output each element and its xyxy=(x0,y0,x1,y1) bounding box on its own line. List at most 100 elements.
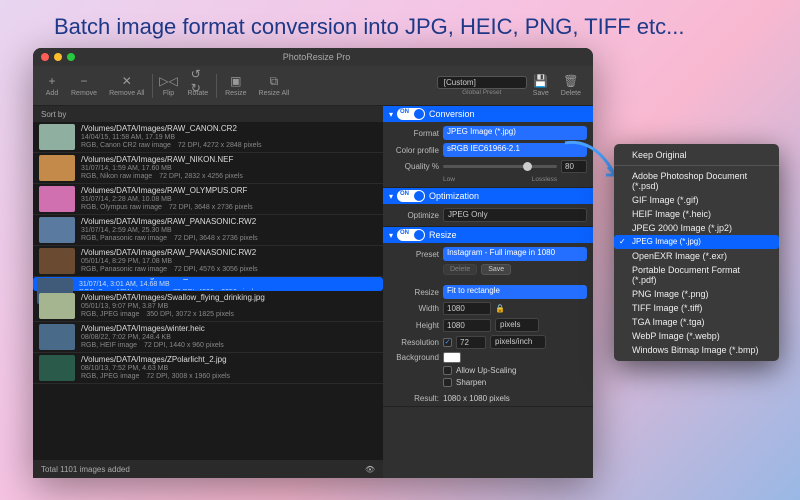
file-meta: /Volumes/DATA/Images/RAW_PANASONIC.RW2 3… xyxy=(81,217,258,243)
dropdown-item[interactable]: Adobe Photoshop Document (*.psd) xyxy=(614,169,779,193)
flip-button[interactable]: ▷◁Flip xyxy=(155,72,181,99)
page-headline: Batch image format conversion into JPG, … xyxy=(0,0,800,50)
conversion-header[interactable]: ▾ ON Conversion xyxy=(383,106,593,122)
conversion-title: Conversion xyxy=(429,109,475,119)
file-meta: /Volumes/DATA/Images/ZPolarlicht_2.jpg 0… xyxy=(81,355,230,381)
background-swatch[interactable] xyxy=(443,352,461,363)
height-label: Height xyxy=(389,321,439,330)
width-input[interactable] xyxy=(443,302,491,315)
delete-preset-button[interactable]: 🗑Delete xyxy=(555,72,587,99)
dropdown-item[interactable]: GIF Image (*.gif) xyxy=(614,193,779,207)
profile-select[interactable]: sRGB IEC61966-2.1 xyxy=(443,143,587,157)
zoom-icon[interactable] xyxy=(67,53,75,61)
eye-icon[interactable]: 👁 xyxy=(365,465,375,474)
close-icon[interactable] xyxy=(41,53,49,61)
format-select[interactable]: JPEG Image (*.jpg) xyxy=(443,126,587,140)
sharpen-checkbox[interactable] xyxy=(443,378,452,387)
resolution-checkbox[interactable]: ✓ xyxy=(443,338,452,347)
trash-icon: 🗑 xyxy=(564,74,578,88)
file-row[interactable]: /Volumes/DATA/Images/Swallow_flying_drin… xyxy=(33,291,383,322)
file-row[interactable]: /Volumes/DATA/Images/RAW_PANASONIC.RW2 3… xyxy=(33,215,383,246)
toolbar: +Add −Remove ✕Remove All ▷◁Flip ↺ ↻Rotat… xyxy=(33,66,593,106)
file-row[interactable]: /Volumes/DATA/Images/RAW_NIKON.NEF 31/07… xyxy=(33,153,383,184)
flip-icon: ▷◁ xyxy=(161,74,175,88)
quality-slider[interactable] xyxy=(443,165,557,168)
optimization-toggle[interactable]: ON xyxy=(397,190,425,202)
unit-select[interactable]: pixels xyxy=(495,318,539,332)
add-button[interactable]: +Add xyxy=(39,72,65,99)
window-title: PhotoResize Pro xyxy=(80,52,553,62)
resolution-unit-select[interactable]: pixels/inch xyxy=(490,335,546,349)
chevron-down-icon: ▾ xyxy=(389,231,393,240)
background-label: Background xyxy=(389,353,439,362)
resize-header[interactable]: ▾ ON Resize xyxy=(383,227,593,243)
dropdown-item[interactable]: TGA Image (*.tga) xyxy=(614,315,779,329)
file-row[interactable]: /Volumes/DATA/Images/RAW_PANASONIC.RW2 0… xyxy=(33,246,383,277)
dropdown-item[interactable]: PNG Image (*.png) xyxy=(614,287,779,301)
resize-toggle[interactable]: ON xyxy=(397,229,425,241)
format-dropdown: Keep Original Adobe Photoshop Document (… xyxy=(614,144,779,361)
resize-preset-select[interactable]: Instagram - Full image in 1080 xyxy=(443,247,587,261)
resize-mode-select[interactable]: Fit to rectangle xyxy=(443,285,587,299)
chevron-down-icon: ▾ xyxy=(389,192,393,201)
quality-low-label: Low xyxy=(443,176,455,183)
resize-icon: ▣ xyxy=(229,74,243,88)
minimize-icon[interactable] xyxy=(54,53,62,61)
quality-lossless-label: Lossless xyxy=(532,176,557,183)
upscale-checkbox[interactable] xyxy=(443,366,452,375)
titlebar: PhotoResize Pro xyxy=(33,48,593,66)
minus-icon: − xyxy=(77,74,91,88)
file-count: Total 1101 images added xyxy=(41,465,130,474)
file-row[interactable]: /Volumes/DATA/Images/RAW_CANON.CR2 14/04… xyxy=(33,122,383,153)
file-row[interactable]: /Volumes/DATA/Images/RAW_OLYMPUS.ORF 31/… xyxy=(33,184,383,215)
dropdown-item[interactable]: Windows Bitmap Image (*.bmp) xyxy=(614,343,779,357)
preset-save-button[interactable]: Save xyxy=(481,264,511,275)
lock-icon[interactable]: 🔒 xyxy=(495,304,505,313)
global-preset-select[interactable]: [Custom] xyxy=(437,76,527,89)
dropdown-item[interactable]: TIFF Image (*.tiff) xyxy=(614,301,779,315)
dropdown-item[interactable]: WebP Image (*.webp) xyxy=(614,329,779,343)
quality-label: Quality % xyxy=(389,162,439,171)
file-meta: /Volumes/DATA/Images/RAW_NIKON.NEF 31/07… xyxy=(81,155,243,181)
remove-all-button[interactable]: ✕Remove All xyxy=(103,72,150,99)
save-icon: 💾 xyxy=(534,74,548,88)
result-label: Result: xyxy=(389,394,439,403)
thumbnail xyxy=(39,186,75,212)
resize-title: Resize xyxy=(429,230,457,240)
optimize-select[interactable]: JPEG Only xyxy=(443,208,587,222)
dropdown-item[interactable]: JPEG 2000 Image (*.jp2) xyxy=(614,221,779,235)
app-window: PhotoResize Pro +Add −Remove ✕Remove All… xyxy=(33,48,593,478)
save-preset-button[interactable]: 💾Save xyxy=(527,72,555,99)
preset-delete-button[interactable]: Delete xyxy=(443,264,477,275)
dropdown-item[interactable]: HEIF Image (*.heic) xyxy=(614,207,779,221)
upscale-label: Allow Up-Scaling xyxy=(456,366,516,375)
height-input[interactable] xyxy=(443,319,491,332)
optimization-header[interactable]: ▾ ON Optimization xyxy=(383,188,593,204)
resolution-input[interactable] xyxy=(456,336,486,349)
rotate-button[interactable]: ↺ ↻Rotate xyxy=(181,72,214,99)
file-row[interactable]: /Volumes/DATA/Images/ZPolarlicht_2.jpg 0… xyxy=(33,353,383,384)
file-meta: /Volumes/DATA/Images/RAW_CANON.CR2 14/04… xyxy=(81,124,262,150)
resolution-label: Resolution xyxy=(389,338,439,347)
rotate-icon: ↺ ↻ xyxy=(191,74,205,88)
dropdown-item-keep-original[interactable]: Keep Original xyxy=(614,148,779,162)
file-list[interactable]: /Volumes/DATA/Images/RAW_CANON.CR2 14/04… xyxy=(33,122,383,460)
quality-input[interactable] xyxy=(561,160,587,173)
x-icon: ✕ xyxy=(120,74,134,88)
remove-button[interactable]: −Remove xyxy=(65,72,103,99)
result-value: 1080 x 1080 pixels xyxy=(443,394,510,403)
file-row[interactable]: /Volumes/DATA/Images/RAW_SONY.ARW 31/07/… xyxy=(33,277,383,291)
dropdown-item[interactable]: ✓JPEG Image (*.jpg) xyxy=(614,235,779,249)
sort-label[interactable]: Sort by xyxy=(41,110,66,119)
thumbnail xyxy=(39,155,75,181)
dropdown-item[interactable]: OpenEXR Image (*.exr) xyxy=(614,249,779,263)
resize-all-button[interactable]: ⧉Resize All xyxy=(253,72,296,99)
sharpen-label: Sharpen xyxy=(456,378,486,387)
profile-label: Color profile xyxy=(389,146,439,155)
conversion-toggle[interactable]: ON xyxy=(397,108,425,120)
optimization-title: Optimization xyxy=(429,191,479,201)
file-row[interactable]: /Volumes/DATA/Images/winter.heic 08/08/2… xyxy=(33,322,383,353)
dropdown-item[interactable]: Portable Document Format (*.pdf) xyxy=(614,263,779,287)
file-list-panel: Sort by /Volumes/DATA/Images/RAW_CANON.C… xyxy=(33,106,383,478)
resize-button[interactable]: ▣Resize xyxy=(219,72,252,99)
